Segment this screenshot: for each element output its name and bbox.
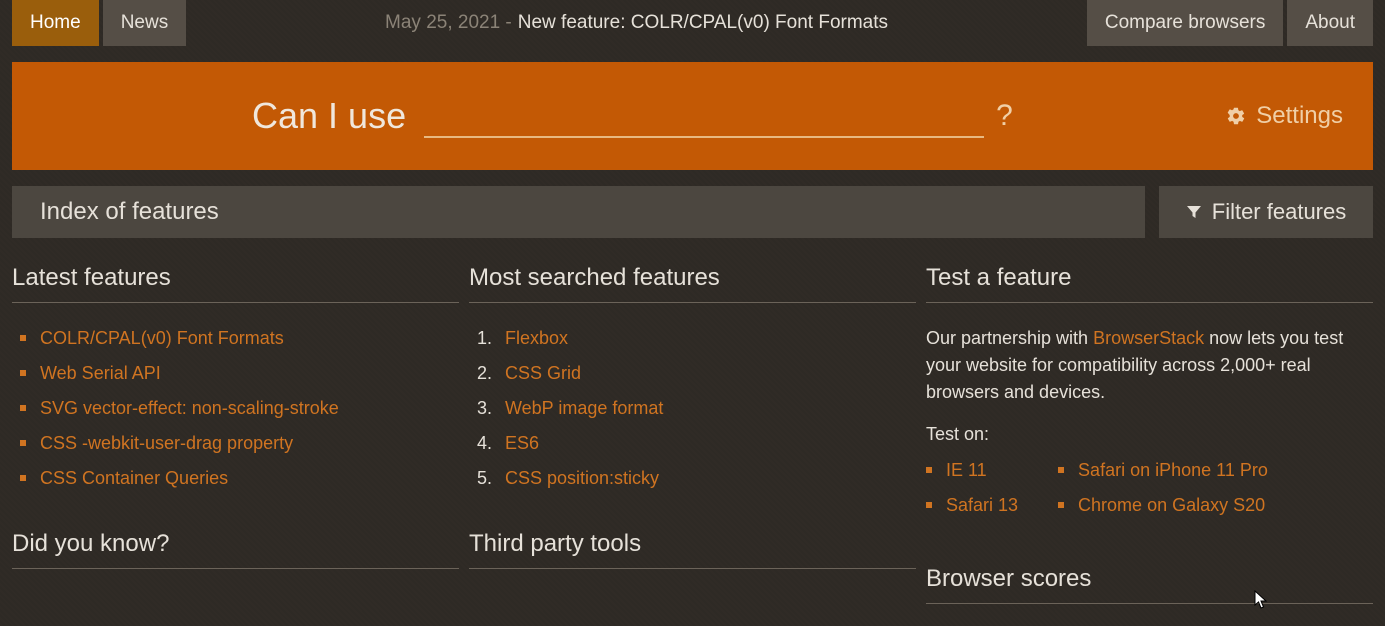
feature-link[interactable]: CSS Grid	[505, 360, 581, 387]
test-link[interactable]: IE 11	[946, 460, 987, 480]
test-link[interactable]: Chrome on Galaxy S20	[1078, 495, 1265, 515]
rank: 5.	[477, 465, 495, 492]
nav-compare[interactable]: Compare browsers	[1087, 0, 1284, 46]
funnel-icon	[1186, 204, 1202, 220]
list-item: 1. Flexbox	[477, 325, 916, 352]
most-heading: Most searched features	[469, 264, 916, 303]
most-list: 1. Flexbox 2. CSS Grid 3. WebP image format…	[469, 325, 916, 492]
news-date: May 25, 2021 -	[385, 12, 512, 34]
feature-link[interactable]: Web Serial API	[40, 363, 161, 383]
latest-list: COLR/CPAL(v0) Font Formats Web Serial AP…	[12, 325, 459, 492]
test-grid: IE 11 Safari 13 Safari on iPhone 11 Pro …	[926, 457, 1373, 527]
col-latest: Latest features COLR/CPAL(v0) Font Forma…	[12, 264, 459, 626]
list-item: 2. CSS Grid	[477, 360, 916, 387]
feature-link[interactable]: CSS position:sticky	[505, 465, 659, 492]
filter-label: Filter features	[1212, 199, 1347, 225]
feature-link[interactable]: CSS Container Queries	[40, 468, 228, 488]
nav-home[interactable]: Home	[12, 0, 99, 46]
brand-text: Can I use	[252, 95, 406, 137]
col-test: Test a feature Our partnership with Brow…	[926, 264, 1373, 626]
nav-news[interactable]: News	[103, 0, 187, 46]
test-link[interactable]: Safari on iPhone 11 Pro	[1078, 460, 1268, 480]
test-col1: IE 11 Safari 13	[926, 457, 1018, 527]
nav-left: Home News	[12, 0, 186, 46]
list-item: 4. ES6	[477, 430, 916, 457]
text-pre: Our partnership with	[926, 328, 1093, 348]
settings-button[interactable]: Settings	[1226, 102, 1343, 130]
index-row: Index of features Filter features	[12, 186, 1373, 238]
feature-link[interactable]: CSS -webkit-user-drag property	[40, 433, 293, 453]
thirdparty-heading: Third party tools	[469, 530, 916, 569]
list-item: IE 11	[926, 457, 1018, 484]
nav-right: Compare browsers About	[1087, 0, 1373, 46]
test-col2: Safari on iPhone 11 Pro Chrome on Galaxy…	[1058, 457, 1268, 527]
list-item: CSS -webkit-user-drag property	[20, 430, 459, 457]
test-on-label: Test on:	[926, 424, 1373, 445]
browserstack-link[interactable]: BrowserStack	[1093, 328, 1204, 348]
latest-heading: Latest features	[12, 264, 459, 303]
feature-link[interactable]: Flexbox	[505, 325, 568, 352]
gear-icon	[1226, 106, 1246, 126]
filter-button[interactable]: Filter features	[1159, 186, 1373, 238]
search-input[interactable]	[424, 94, 984, 138]
list-item: Safari on iPhone 11 Pro	[1058, 457, 1268, 484]
list-item: CSS Container Queries	[20, 465, 459, 492]
list-item: 3. WebP image format	[477, 395, 916, 422]
news-ticker[interactable]: May 25, 2021 - New feature: COLR/CPAL(v0…	[190, 0, 1083, 46]
settings-label: Settings	[1256, 102, 1343, 130]
list-item: COLR/CPAL(v0) Font Formats	[20, 325, 459, 352]
rank: 3.	[477, 395, 495, 422]
feature-link[interactable]: SVG vector-effect: non-scaling-stroke	[40, 398, 339, 418]
scores-heading: Browser scores	[926, 565, 1373, 604]
news-text: New feature: COLR/CPAL(v0) Font Formats	[518, 12, 888, 34]
list-item: SVG vector-effect: non-scaling-stroke	[20, 395, 459, 422]
col-most: Most searched features 1. Flexbox 2. CSS G…	[469, 264, 916, 626]
top-nav: Home News May 25, 2021 - New feature: CO…	[0, 0, 1385, 46]
index-title: Index of features	[12, 186, 1145, 238]
didyouknow-heading: Did you know?	[12, 530, 459, 569]
feature-link[interactable]: COLR/CPAL(v0) Font Formats	[40, 328, 284, 348]
list-item: 5. CSS position:sticky	[477, 465, 916, 492]
feature-link[interactable]: WebP image format	[505, 395, 663, 422]
feature-link[interactable]: ES6	[505, 430, 539, 457]
search-band: Can I use ? Settings	[12, 62, 1373, 170]
test-heading: Test a feature	[926, 264, 1373, 303]
rank: 2.	[477, 360, 495, 387]
list-item: Web Serial API	[20, 360, 459, 387]
list-item: Chrome on Galaxy S20	[1058, 492, 1268, 519]
test-link[interactable]: Safari 13	[946, 495, 1018, 515]
rank: 4.	[477, 430, 495, 457]
help-icon[interactable]: ?	[996, 99, 1013, 133]
nav-about[interactable]: About	[1287, 0, 1373, 46]
content-columns: Latest features COLR/CPAL(v0) Font Forma…	[12, 264, 1373, 626]
partnership-text: Our partnership with BrowserStack now le…	[926, 325, 1373, 406]
rank: 1.	[477, 325, 495, 352]
list-item: Safari 13	[926, 492, 1018, 519]
